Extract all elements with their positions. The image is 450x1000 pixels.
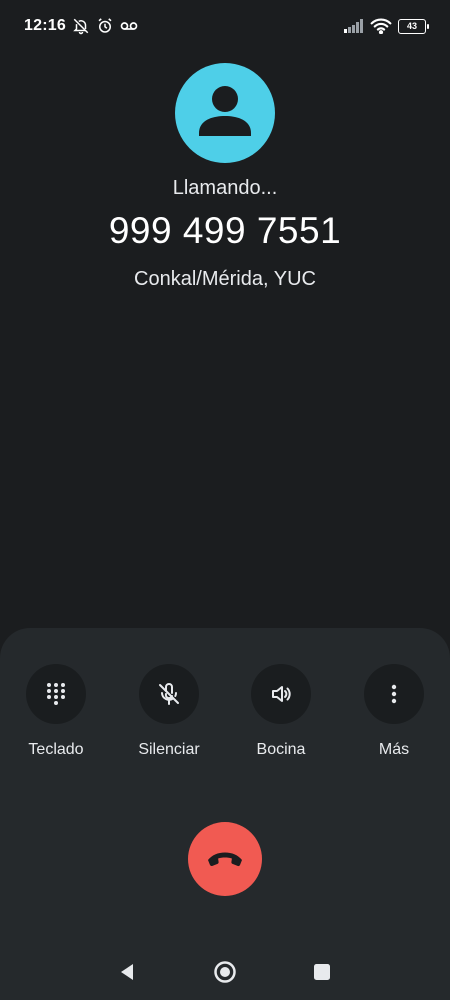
- end-call-button[interactable]: [188, 822, 262, 896]
- speaker-button[interactable]: [251, 664, 311, 724]
- contact-avatar: [175, 63, 275, 163]
- home-button[interactable]: [205, 952, 245, 992]
- call-status: Llamando...: [172, 177, 278, 199]
- recents-icon: [314, 964, 330, 980]
- keypad-button[interactable]: [26, 664, 86, 724]
- back-icon: [121, 964, 133, 980]
- wifi-icon: [370, 18, 392, 34]
- status-right: 43: [344, 18, 429, 34]
- speaker-action[interactable]: Bocina: [231, 664, 331, 759]
- mute-label: Silenciar: [138, 741, 200, 758]
- signal-icon: [344, 19, 364, 33]
- back-button[interactable]: [107, 952, 147, 992]
- voicemail-icon: [120, 19, 138, 33]
- caller-location: Conkal/Mérida, YUC: [134, 268, 316, 290]
- mute-button[interactable]: [139, 664, 199, 724]
- home-icon: [214, 961, 236, 983]
- navigation-bar: [0, 952, 450, 992]
- more-action[interactable]: Más: [344, 664, 444, 759]
- person-icon: [199, 86, 251, 136]
- keypad-action[interactable]: Teclado: [6, 664, 106, 759]
- more-button[interactable]: [364, 664, 424, 724]
- alarm-icon: [96, 17, 114, 35]
- mic-off-icon: [159, 683, 179, 705]
- more-label: Más: [378, 741, 410, 758]
- phone-number: 999 499 7551: [108, 210, 342, 251]
- call-screen: 12:16 43 Llamando... 999 499 7551 Conkal…: [0, 0, 450, 1000]
- call-controls-panel: Teclado Silenciar Bocina Más: [0, 628, 450, 1000]
- battery-icon: 43: [398, 18, 429, 34]
- speaker-icon: [272, 686, 291, 702]
- notifications-off-icon: [72, 17, 90, 35]
- keypad-label: Teclado: [28, 741, 84, 758]
- dialpad-icon: [47, 683, 65, 705]
- status-bar: 12:16 43: [0, 0, 450, 52]
- status-left: 12:16: [24, 17, 138, 35]
- mute-action[interactable]: Silenciar: [119, 664, 219, 759]
- call-end-icon: [208, 852, 242, 867]
- speaker-label: Bocina: [256, 741, 306, 758]
- recents-button[interactable]: [302, 952, 342, 992]
- more-vert-icon: [391, 684, 397, 704]
- status-time: 12:16: [24, 17, 66, 34]
